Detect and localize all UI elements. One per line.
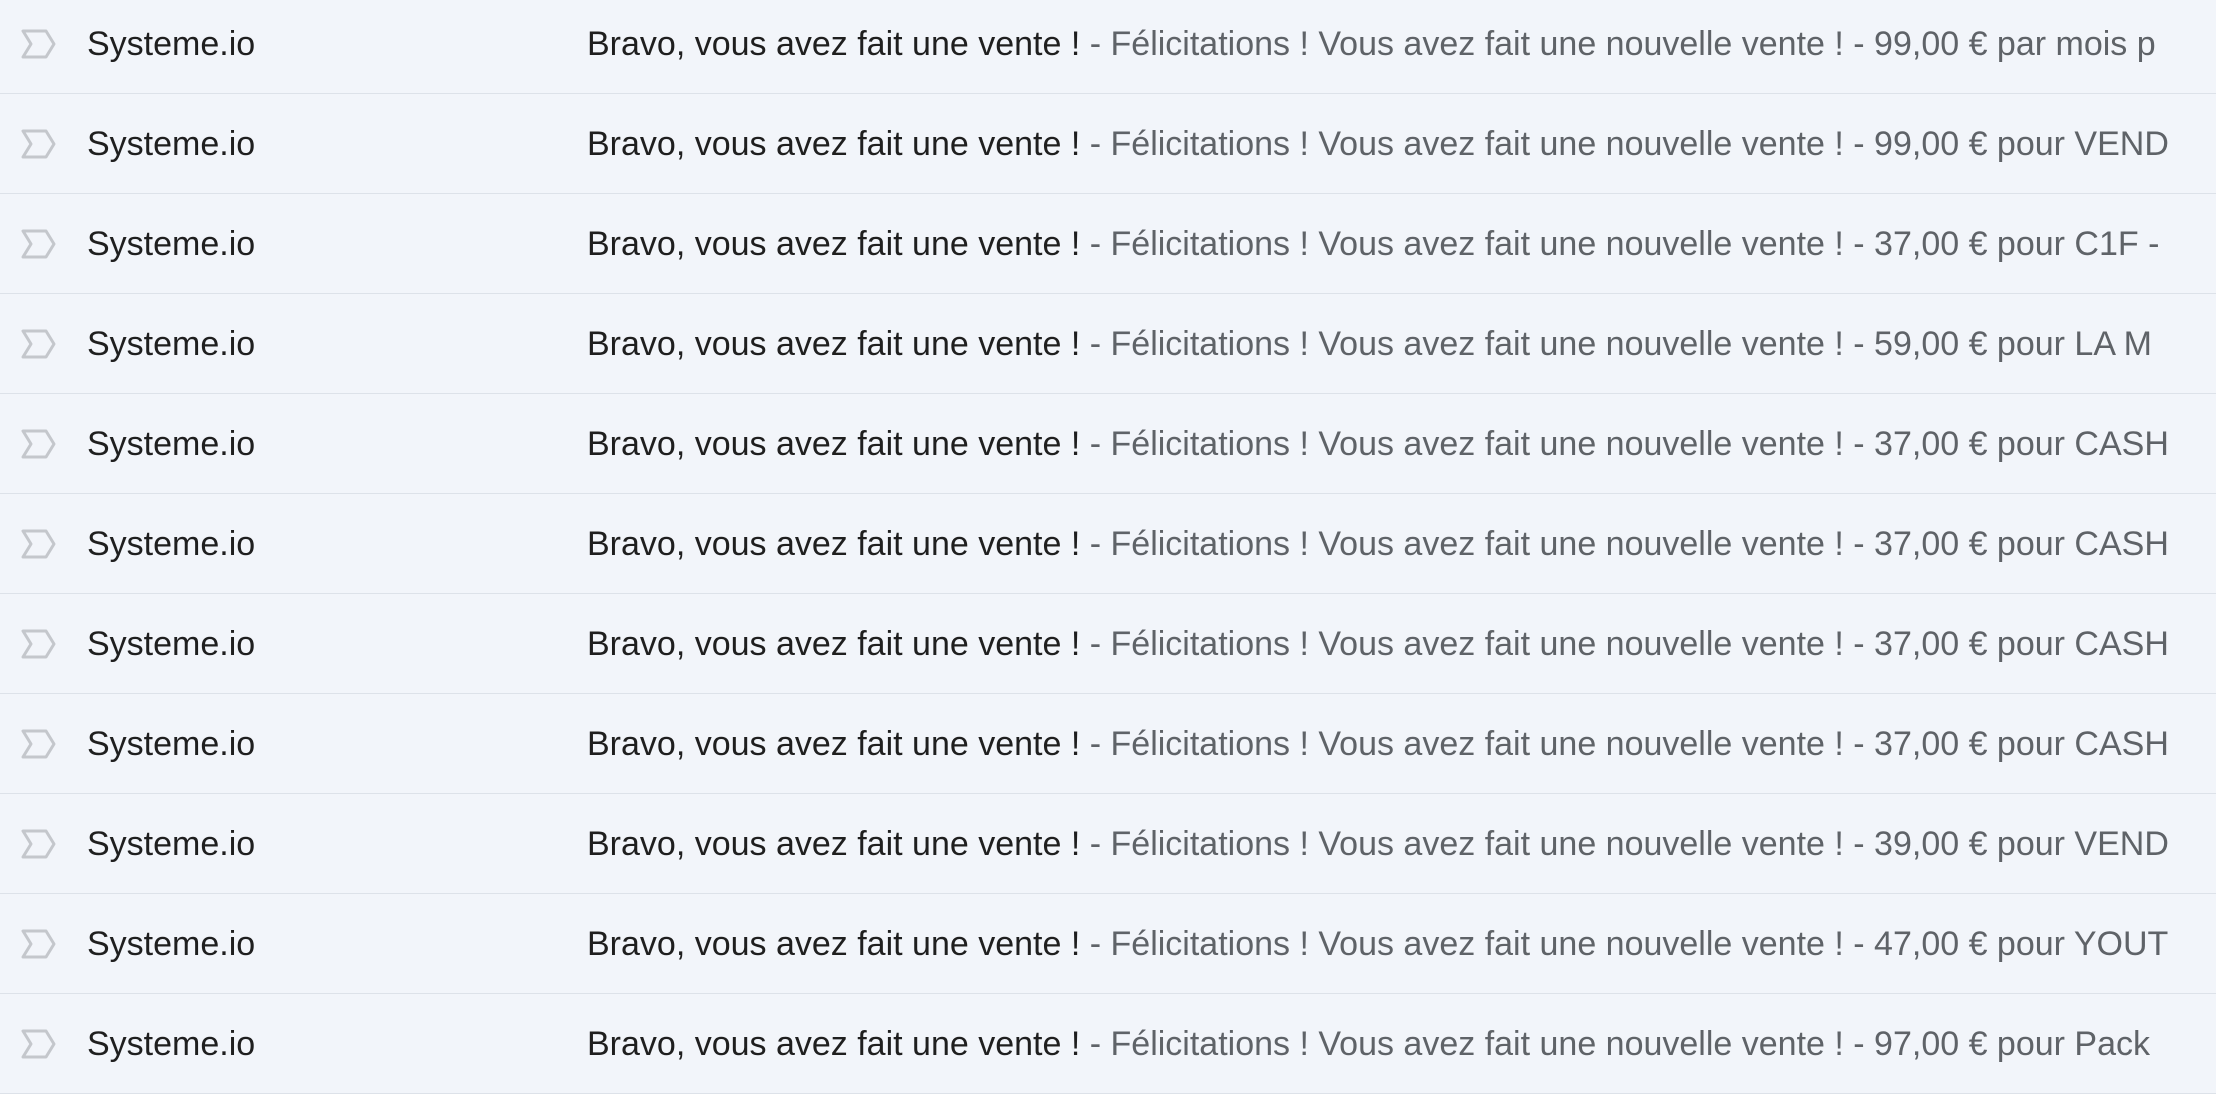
subject: Bravo, vous avez fait une vente ! <box>587 1025 1081 1063</box>
message-preview: Bravo, vous avez fait une vente ! - Féli… <box>587 394 2169 493</box>
message-preview: Bravo, vous avez fait une vente ! - Féli… <box>587 0 2156 93</box>
email-row[interactable]: Systeme.io Bravo, vous avez fait une ven… <box>0 994 2216 1094</box>
subject: Bravo, vous avez fait une vente ! <box>587 525 1081 563</box>
importance-marker-icon[interactable] <box>20 228 58 260</box>
email-row[interactable]: Systeme.io Bravo, vous avez fait une ven… <box>0 794 2216 894</box>
email-list: Systeme.io Bravo, vous avez fait une ven… <box>0 0 2216 1094</box>
subject: Bravo, vous avez fait une vente ! <box>587 625 1081 663</box>
sender-name: Systeme.io <box>87 125 256 163</box>
snippet: - Félicitations ! Vous avez fait une nou… <box>1080 25 2156 63</box>
importance-marker-icon[interactable] <box>20 328 58 360</box>
message-preview: Bravo, vous avez fait une vente ! - Féli… <box>587 894 2169 993</box>
email-row[interactable]: Systeme.io Bravo, vous avez fait une ven… <box>0 94 2216 194</box>
email-row[interactable]: Systeme.io Bravo, vous avez fait une ven… <box>0 294 2216 394</box>
subject: Bravo, vous avez fait une vente ! <box>587 725 1081 763</box>
subject: Bravo, vous avez fait une vente ! <box>587 925 1081 963</box>
email-row[interactable]: Systeme.io Bravo, vous avez fait une ven… <box>0 394 2216 494</box>
email-row[interactable]: Systeme.io Bravo, vous avez fait une ven… <box>0 894 2216 994</box>
importance-marker-icon[interactable] <box>20 728 58 760</box>
snippet: - Félicitations ! Vous avez fait une nou… <box>1080 1025 2151 1063</box>
subject: Bravo, vous avez fait une vente ! <box>587 825 1081 863</box>
subject: Bravo, vous avez fait une vente ! <box>587 325 1081 363</box>
message-preview: Bravo, vous avez fait une vente ! - Féli… <box>587 994 2151 1093</box>
sender-name: Systeme.io <box>87 925 256 963</box>
message-preview: Bravo, vous avez fait une vente ! - Féli… <box>587 694 2169 793</box>
snippet: - Félicitations ! Vous avez fait une nou… <box>1080 925 2169 963</box>
snippet: - Félicitations ! Vous avez fait une nou… <box>1080 225 2160 263</box>
email-row[interactable]: Systeme.io Bravo, vous avez fait une ven… <box>0 194 2216 294</box>
importance-marker-icon[interactable] <box>20 28 58 60</box>
snippet: - Félicitations ! Vous avez fait une nou… <box>1080 325 2152 363</box>
message-preview: Bravo, vous avez fait une vente ! - Féli… <box>587 594 2169 693</box>
subject: Bravo, vous avez fait une vente ! <box>587 125 1081 163</box>
email-row[interactable]: Systeme.io Bravo, vous avez fait une ven… <box>0 594 2216 694</box>
importance-marker-icon[interactable] <box>20 128 58 160</box>
sender-name: Systeme.io <box>87 725 256 763</box>
importance-marker-icon[interactable] <box>20 1028 58 1060</box>
snippet: - Félicitations ! Vous avez fait une nou… <box>1080 625 2169 663</box>
email-row[interactable]: Systeme.io Bravo, vous avez fait une ven… <box>0 0 2216 94</box>
sender-name: Systeme.io <box>87 325 256 363</box>
sender-name: Systeme.io <box>87 1025 256 1063</box>
snippet: - Félicitations ! Vous avez fait une nou… <box>1080 125 2169 163</box>
importance-marker-icon[interactable] <box>20 628 58 660</box>
snippet: - Félicitations ! Vous avez fait une nou… <box>1080 725 2169 763</box>
sender-name: Systeme.io <box>87 625 256 663</box>
importance-marker-icon[interactable] <box>20 928 58 960</box>
subject: Bravo, vous avez fait une vente ! <box>587 25 1081 63</box>
subject: Bravo, vous avez fait une vente ! <box>587 225 1081 263</box>
importance-marker-icon[interactable] <box>20 528 58 560</box>
message-preview: Bravo, vous avez fait une vente ! - Féli… <box>587 794 2169 893</box>
subject: Bravo, vous avez fait une vente ! <box>587 425 1081 463</box>
message-preview: Bravo, vous avez fait une vente ! - Féli… <box>587 294 2152 393</box>
sender-name: Systeme.io <box>87 425 256 463</box>
message-preview: Bravo, vous avez fait une vente ! - Féli… <box>587 194 2160 293</box>
sender-name: Systeme.io <box>87 525 256 563</box>
email-row[interactable]: Systeme.io Bravo, vous avez fait une ven… <box>0 494 2216 594</box>
sender-name: Systeme.io <box>87 25 256 63</box>
importance-marker-icon[interactable] <box>20 828 58 860</box>
snippet: - Félicitations ! Vous avez fait une nou… <box>1080 825 2169 863</box>
message-preview: Bravo, vous avez fait une vente ! - Féli… <box>587 94 2169 193</box>
sender-name: Systeme.io <box>87 225 256 263</box>
sender-name: Systeme.io <box>87 825 256 863</box>
message-preview: Bravo, vous avez fait une vente ! - Féli… <box>587 494 2169 593</box>
snippet: - Félicitations ! Vous avez fait une nou… <box>1080 425 2169 463</box>
email-row[interactable]: Systeme.io Bravo, vous avez fait une ven… <box>0 694 2216 794</box>
importance-marker-icon[interactable] <box>20 428 58 460</box>
snippet: - Félicitations ! Vous avez fait une nou… <box>1080 525 2169 563</box>
